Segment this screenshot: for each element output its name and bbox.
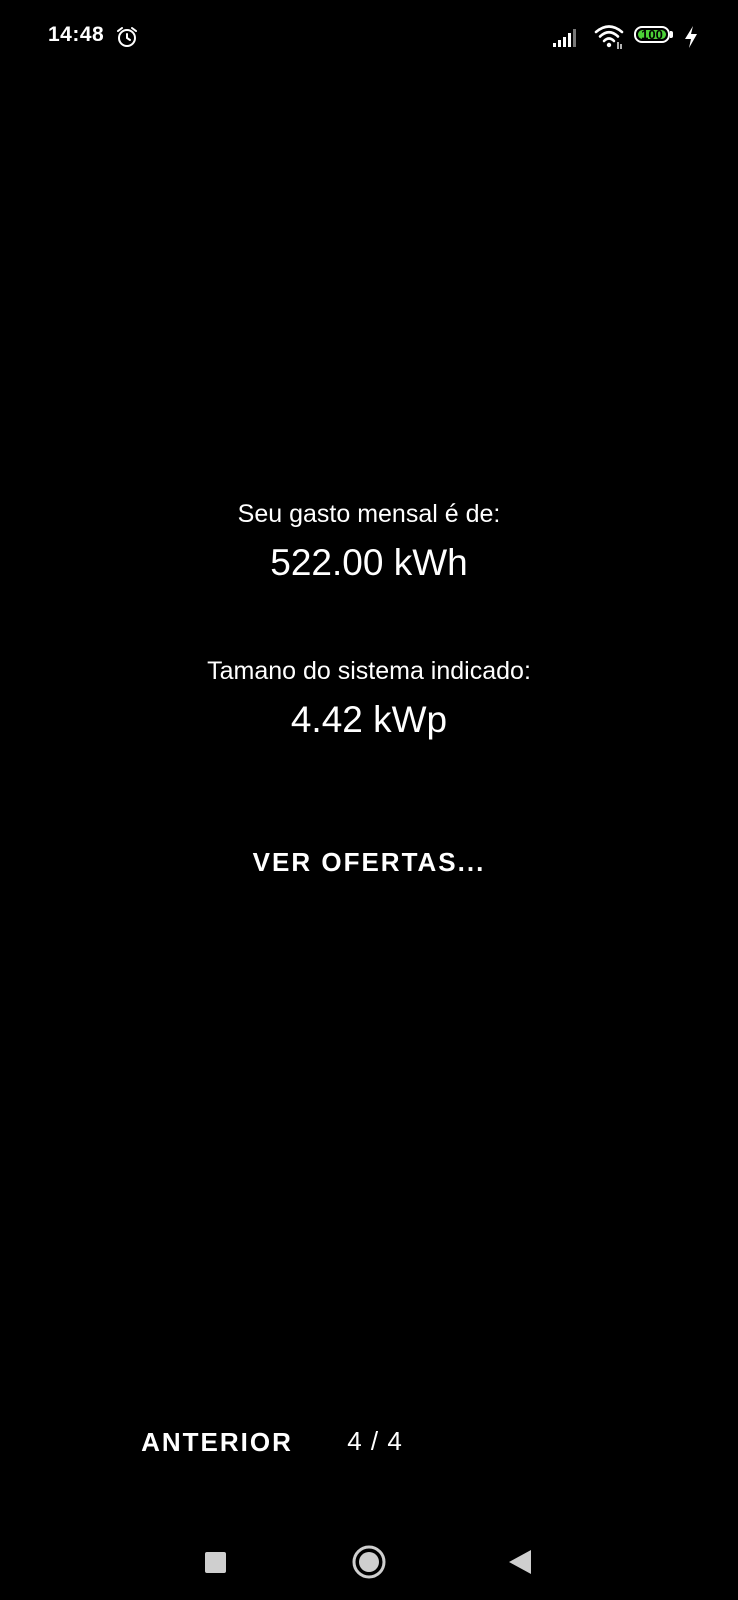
signal-icon (553, 29, 576, 47)
system-size-label: Tamano do sistema indicado: (207, 657, 531, 685)
back-icon[interactable] (507, 1548, 533, 1576)
home-icon[interactable] (351, 1544, 387, 1580)
status-time: 14:48 (48, 23, 105, 46)
status-bar: 14:48 100 (0, 0, 738, 74)
charging-icon (685, 26, 697, 48)
alarm-icon (117, 27, 137, 47)
monthly-consumption-label: Seu gasto mensal é de: (237, 500, 501, 528)
page-indicator: 4 / 4 (347, 1426, 403, 1456)
monthly-consumption-value: 522.00 kWh (270, 542, 468, 583)
view-offers-button[interactable]: VER OFERTAS... (219, 838, 519, 886)
battery-icon: 100 (634, 26, 676, 46)
navigation-bar (0, 1510, 738, 1600)
system-size-value: 4.42 kWp (290, 699, 448, 740)
wifi-icon (594, 25, 624, 49)
recents-icon[interactable] (205, 1552, 226, 1573)
battery-level: 100 (641, 27, 663, 42)
previous-button[interactable]: ANTERIOR (132, 1418, 302, 1466)
